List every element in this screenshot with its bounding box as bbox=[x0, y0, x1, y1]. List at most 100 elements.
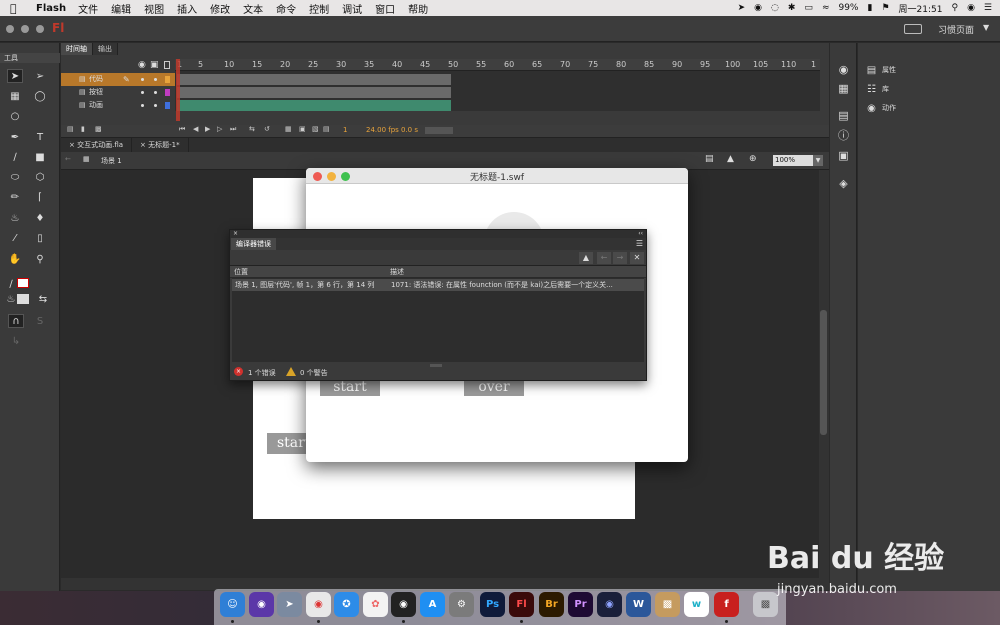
timeline-hscroll[interactable] bbox=[425, 127, 453, 134]
layer-color-swatch[interactable] bbox=[165, 89, 170, 96]
word-icon[interactable]: W bbox=[626, 592, 651, 617]
next-error-icon[interactable]: → bbox=[613, 252, 627, 264]
search-icon[interactable]: ⚲ bbox=[951, 3, 958, 13]
chevron-down-icon[interactable]: ▼ bbox=[983, 23, 989, 32]
free-transform-icon[interactable]: ▦ bbox=[7, 89, 23, 103]
menu-file[interactable]: 文件 bbox=[78, 1, 98, 16]
first-frame-icon[interactable]: ⏮ bbox=[179, 125, 185, 134]
loop-icon[interactable]: ⇆ bbox=[249, 125, 255, 133]
menu-help[interactable]: 帮助 bbox=[408, 1, 428, 16]
object-drawing-icon[interactable]: ∩ bbox=[8, 314, 24, 328]
scene-name[interactable]: 场景 1 bbox=[101, 156, 122, 166]
apple-icon[interactable]:  bbox=[10, 2, 26, 15]
previous-error-icon[interactable]: ← bbox=[597, 252, 611, 264]
minimize-window-button[interactable] bbox=[21, 25, 29, 33]
new-folder-icon[interactable]: ▮ bbox=[81, 125, 85, 133]
premiere-icon[interactable]: Pr bbox=[568, 592, 593, 617]
zoom-window-button[interactable] bbox=[36, 25, 44, 33]
polygon-tool-icon[interactable]: ⬡ bbox=[32, 170, 48, 184]
layer-name[interactable]: 按钮 bbox=[89, 86, 103, 99]
menu-window[interactable]: 窗口 bbox=[375, 1, 395, 16]
layer-color-swatch[interactable] bbox=[165, 102, 170, 109]
edit-scene-icon[interactable]: ▤ bbox=[705, 154, 714, 164]
menu-debug[interactable]: 调试 bbox=[342, 1, 362, 16]
lock-icon[interactable]: ▣ bbox=[150, 60, 159, 70]
chat-icon[interactable]: ◉ bbox=[754, 3, 762, 13]
onion-skin-icon[interactable]: ▦ bbox=[285, 125, 292, 133]
layer-row-animation[interactable]: ▤ 动画 bbox=[61, 99, 177, 112]
brush-icon[interactable]: ⌈ bbox=[32, 190, 48, 204]
launchpad-icon[interactable]: ➤ bbox=[277, 592, 302, 617]
display-icon[interactable]: ▭ bbox=[804, 3, 813, 13]
frames-row-code[interactable] bbox=[175, 73, 820, 86]
back-arrow-icon[interactable]: ← bbox=[65, 155, 71, 163]
snap-icon[interactable]: S bbox=[32, 314, 48, 328]
edit-symbol-icon[interactable]: ▲ bbox=[727, 154, 734, 164]
menu-insert[interactable]: 插入 bbox=[177, 1, 197, 16]
center-stage-icon[interactable]: ⊕ bbox=[749, 154, 757, 164]
center-frame-icon[interactable]: ↺ bbox=[264, 125, 270, 133]
outline-icon[interactable] bbox=[164, 61, 170, 69]
oval-tool-icon[interactable]: ⬭ bbox=[7, 170, 23, 184]
line-tool-icon[interactable]: ∕ bbox=[7, 150, 23, 164]
visibility-icon[interactable]: ◉ bbox=[138, 60, 146, 70]
close-window-button[interactable] bbox=[6, 25, 14, 33]
layer-name[interactable]: 代码 bbox=[89, 73, 103, 86]
frames-row-buttons[interactable] bbox=[175, 86, 820, 99]
workspace-switcher[interactable]: 习惯页面 bbox=[938, 23, 974, 36]
bluetooth-icon[interactable]: ✱ bbox=[788, 3, 796, 13]
panel-menu-icon[interactable]: ☰ bbox=[636, 239, 643, 248]
edit-multiple-icon[interactable]: ▧ bbox=[312, 125, 319, 133]
photos-icon[interactable]: ✿ bbox=[363, 592, 388, 617]
bridge-icon[interactable]: Br bbox=[539, 592, 564, 617]
paint-bucket-icon[interactable]: ♨ bbox=[7, 211, 23, 225]
rectangle-tool-icon[interactable]: ■ bbox=[32, 150, 48, 164]
hand-tool-icon[interactable]: ✋ bbox=[7, 252, 23, 266]
stage-start-button[interactable]: start bbox=[267, 433, 307, 454]
smooth-icon[interactable]: ↳ bbox=[8, 334, 24, 348]
swap-colors-icon[interactable]: ⇆ bbox=[35, 292, 51, 306]
last-frame-icon[interactable]: ⏭ bbox=[230, 125, 236, 134]
fill-color-swatch[interactable] bbox=[17, 294, 29, 304]
library-item[interactable]: ☷ 库 bbox=[866, 82, 889, 96]
swatches-panel-icon[interactable]: ▦ bbox=[837, 82, 850, 95]
menu-control[interactable]: 控制 bbox=[309, 1, 329, 16]
markers-icon[interactable]: ▤ bbox=[323, 125, 330, 133]
qq-icon[interactable]: ◉ bbox=[391, 592, 416, 617]
layer-name[interactable]: 动画 bbox=[89, 99, 103, 112]
menu-commands[interactable]: 命令 bbox=[276, 1, 296, 16]
actions-item[interactable]: ◉ 动作 bbox=[866, 101, 896, 115]
menu-modify[interactable]: 修改 bbox=[210, 1, 230, 16]
playhead[interactable] bbox=[176, 59, 180, 121]
frame-rate[interactable]: 24.00 fps bbox=[366, 126, 399, 134]
eyedropper-icon[interactable]: ⁄ bbox=[7, 231, 23, 245]
close-panel-icon[interactable]: × bbox=[233, 230, 238, 237]
trash-icon[interactable]: ▩ bbox=[95, 125, 102, 133]
layer-row-buttons[interactable]: ▤ 按钮 bbox=[61, 86, 177, 99]
new-layer-icon[interactable]: ▤ bbox=[67, 125, 74, 133]
layer-color-swatch[interactable] bbox=[165, 76, 170, 83]
ink-bottle-icon[interactable]: ♦ bbox=[32, 211, 48, 225]
photoshop-icon[interactable]: Ps bbox=[480, 592, 505, 617]
system-preferences-icon[interactable]: ⚙ bbox=[449, 592, 474, 617]
safari-icon[interactable]: ✪ bbox=[334, 592, 359, 617]
tab-untitled[interactable]: × 无标题-1* bbox=[132, 138, 189, 152]
selection-tool-icon[interactable]: ➤ bbox=[7, 69, 23, 83]
collapse-panel-icon[interactable]: ‹‹ bbox=[638, 230, 643, 237]
menu-view[interactable]: 视图 bbox=[144, 1, 164, 16]
swf-title-bar[interactable]: 无标题-1.swf bbox=[306, 168, 688, 184]
properties-item[interactable]: ▤ 属性 bbox=[866, 63, 896, 77]
battery-icon[interactable]: ▮ bbox=[868, 3, 873, 13]
clock-text[interactable]: 周一21:51 bbox=[899, 2, 943, 15]
compiler-errors-tab[interactable]: 编译器错误 bbox=[231, 238, 276, 250]
error-row[interactable]: 场景 1, 图层'代码', 帧 1，第 6 行，第 14 列 1071: 语法错… bbox=[232, 279, 644, 291]
subselection-tool-icon[interactable]: ➢ bbox=[32, 69, 48, 83]
zoom-input[interactable]: 100% bbox=[773, 155, 815, 166]
wifi-icon[interactable]: ≈ bbox=[822, 3, 830, 13]
flag-icon[interactable]: ⚑ bbox=[881, 3, 889, 13]
workspace-icon[interactable] bbox=[904, 24, 922, 34]
tab-interactive-fla[interactable]: × 交互式动画.fla bbox=[61, 138, 133, 152]
frame-ruler[interactable]: 1 5 10 15 20 25 30 35 40 45 50 55 60 65 … bbox=[175, 59, 820, 71]
step-back-icon[interactable]: ◀ bbox=[193, 125, 198, 133]
step-forward-icon[interactable]: ▷ bbox=[217, 125, 222, 133]
